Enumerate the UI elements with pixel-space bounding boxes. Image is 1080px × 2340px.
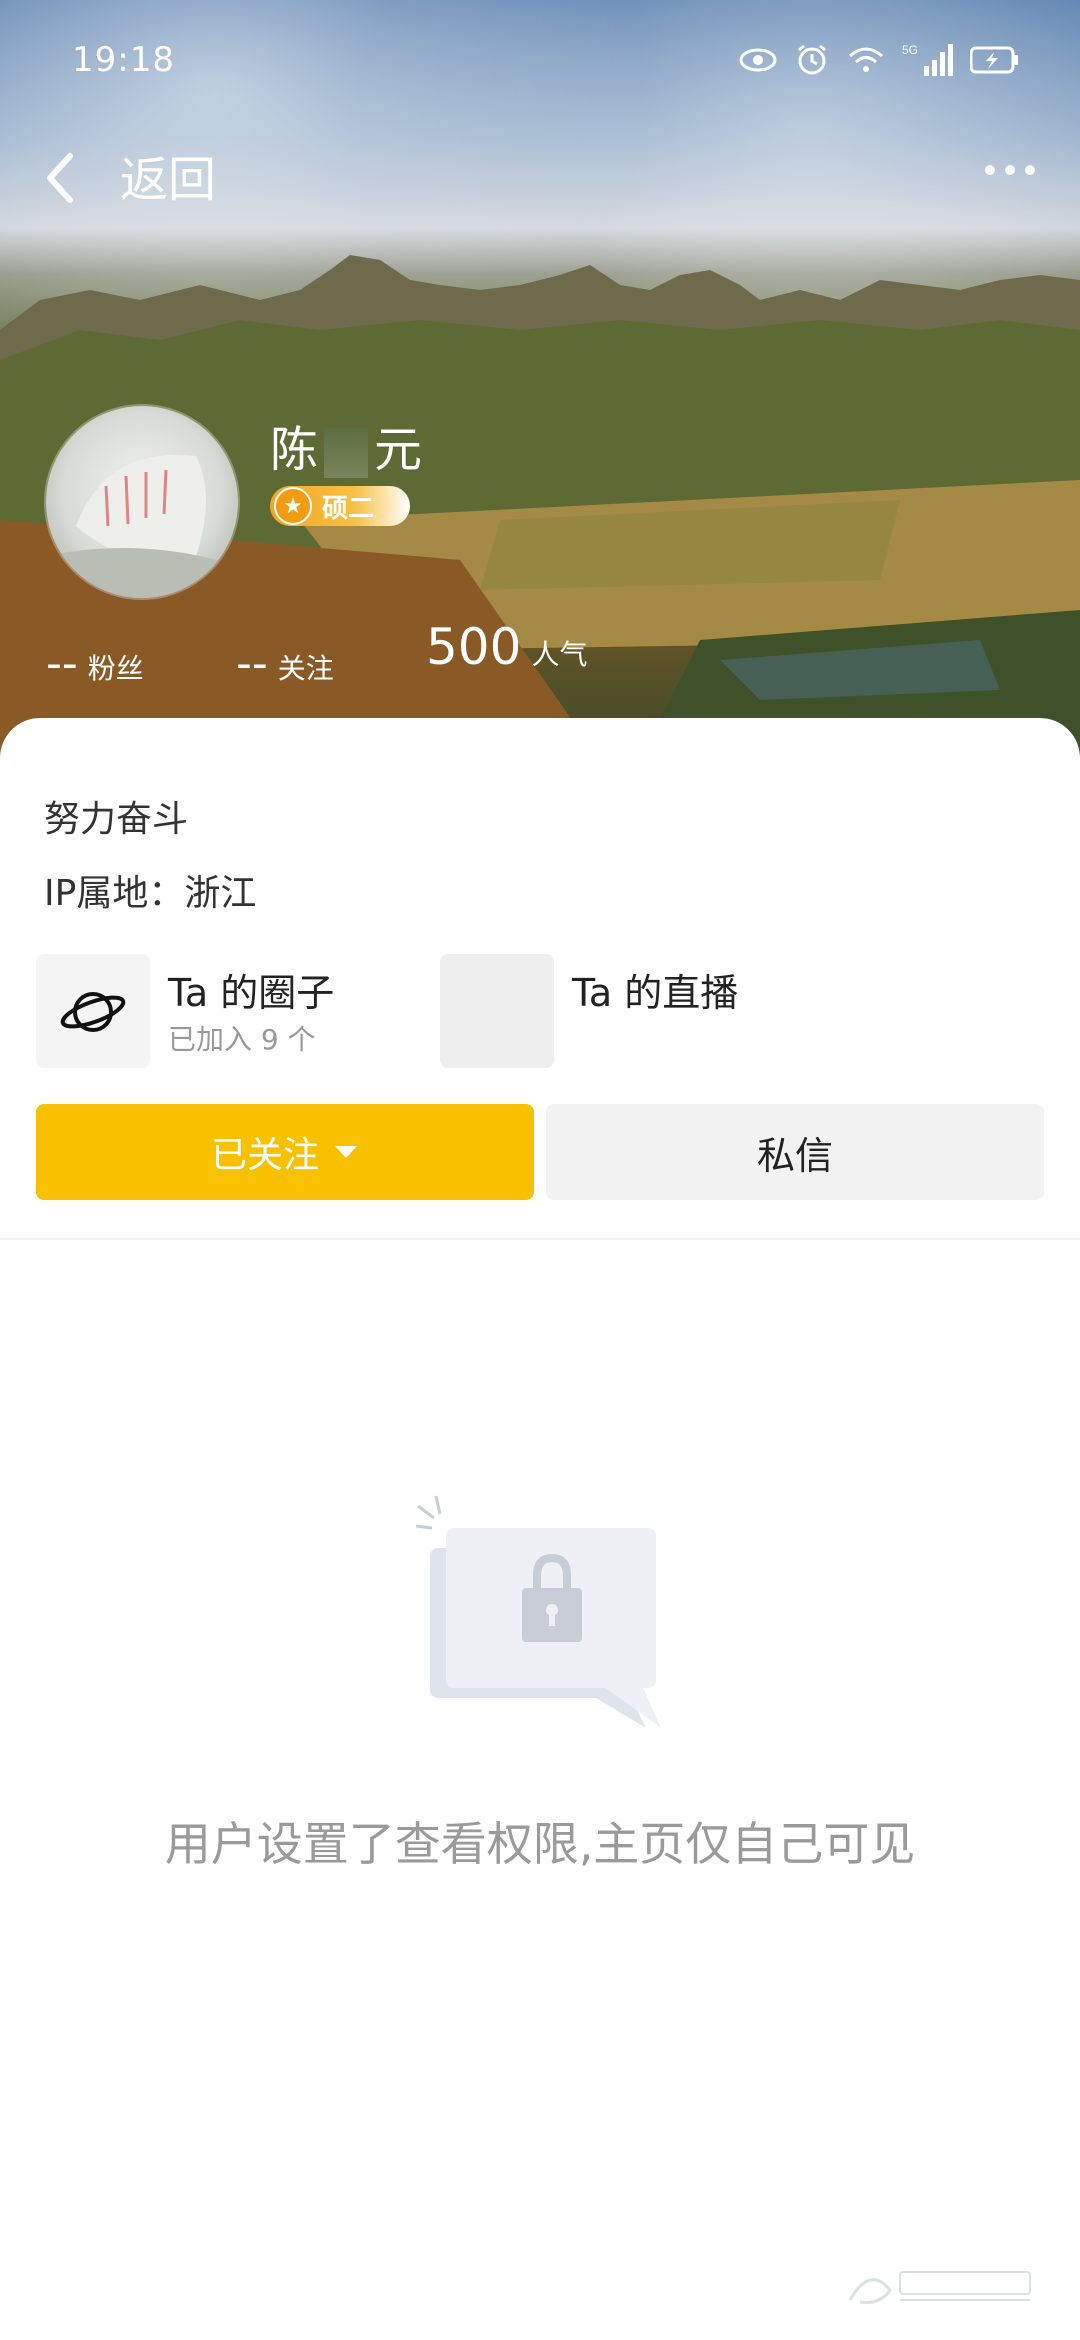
network-label: 5G — [902, 43, 918, 57]
circle-subtitle: 已加入 9 个 — [168, 1023, 316, 1056]
live-tile[interactable] — [440, 954, 554, 1068]
lock-illustration-icon — [416, 1495, 661, 1728]
status-icons: 5G — [738, 38, 1020, 82]
message-button[interactable]: 私信 — [546, 1104, 1044, 1200]
battery-charging-icon — [970, 46, 1018, 74]
planet-icon — [60, 992, 126, 1032]
fans-count: -- — [46, 638, 78, 689]
circle-tile[interactable] — [36, 954, 150, 1068]
alarm-icon — [798, 44, 826, 75]
back-button-label[interactable]: 返回 — [120, 140, 216, 210]
badge-label: 硕二 — [322, 493, 375, 524]
popularity-label: 人气 — [531, 638, 588, 671]
stat-following[interactable]: -- 关注 — [236, 638, 334, 689]
username-last: 元 — [374, 422, 423, 478]
eye-icon — [739, 48, 777, 72]
empty-state-message: 用户设置了查看权限,主页仅自己可见 — [164, 1817, 916, 1871]
wifi-icon — [849, 47, 883, 72]
popularity-count: 500 — [426, 618, 522, 676]
username: 陈元 — [270, 410, 422, 480]
avatar-image — [46, 454, 238, 598]
bio-text: 努力奋斗 — [44, 799, 189, 840]
status-bar: 19:18 5G — [0, 0, 1080, 120]
name-redaction — [324, 428, 369, 478]
stat-popularity: 500 人气 — [426, 618, 587, 676]
fans-label: 粉丝 — [87, 652, 144, 685]
following-count: -- — [236, 638, 268, 689]
star-icon: ★ — [274, 487, 312, 525]
signal-5g-icon: 5G — [902, 43, 953, 76]
top-nav-bar: 返回 — [0, 130, 1080, 220]
avatar[interactable] — [46, 406, 238, 598]
level-badge[interactable]: ★ 硕二 — [270, 486, 410, 526]
circle-title[interactable]: Ta 的圈子 — [168, 962, 334, 1017]
live-title[interactable]: Ta 的直播 — [572, 962, 738, 1017]
caret-down-icon — [335, 1146, 357, 1158]
status-time: 19:18 — [72, 40, 175, 80]
chevron-left-icon[interactable] — [40, 148, 80, 208]
follow-label: 已关注 — [210, 1134, 319, 1175]
more-dots-icon[interactable] — [980, 150, 1040, 190]
profile-card: 努力奋斗 IP属地：浙江 Ta 的圈子 已加入 9 个 Ta 的直播 已关注 私… — [0, 718, 1080, 2340]
divider — [0, 1238, 1080, 1240]
watermark-logo — [848, 2271, 1031, 2304]
stat-fans[interactable]: -- 粉丝 — [46, 638, 144, 689]
following-label: 关注 — [277, 652, 334, 685]
ip-location: IP属地：浙江 — [44, 873, 257, 914]
followed-button[interactable]: 已关注 — [36, 1104, 534, 1200]
username-first: 陈 — [270, 422, 319, 478]
